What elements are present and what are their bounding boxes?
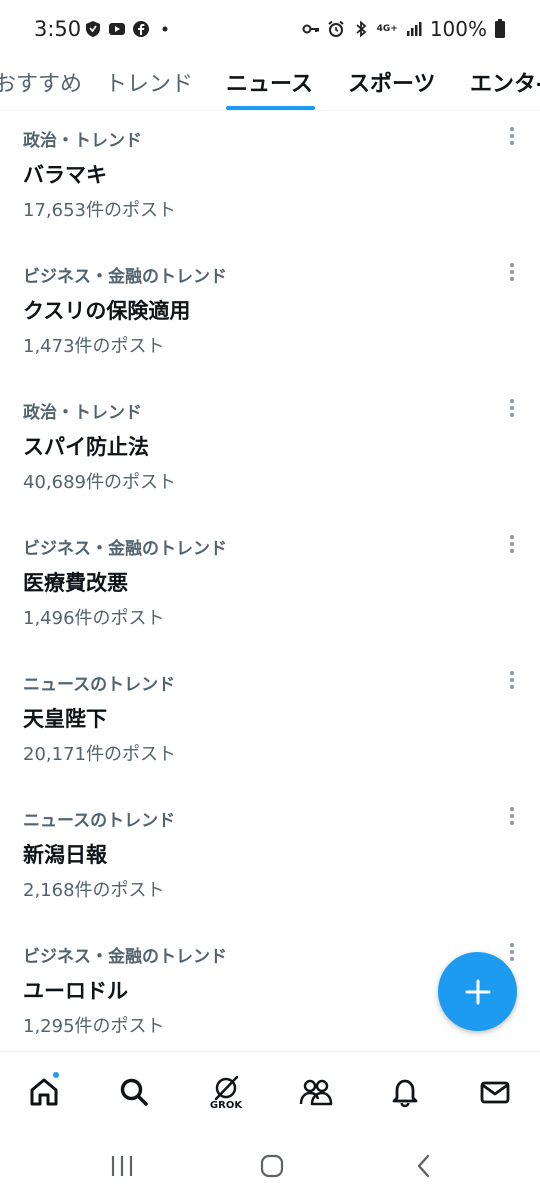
trend-item[interactable]: 政治・トレンド スパイ防止法 40,689件のポスト xyxy=(0,383,540,519)
active-tab-indicator xyxy=(226,106,315,110)
trend-category: 政治・トレンド xyxy=(23,403,142,423)
trend-title: 天皇陛下 xyxy=(23,707,107,731)
status-time: 3:50 xyxy=(34,17,82,41)
status-bar: 3:50 4G+ 100% xyxy=(0,0,540,60)
tab-entertainment[interactable]: エンタ- xyxy=(470,66,540,98)
nav-messages[interactable] xyxy=(473,1070,517,1114)
alarm-icon xyxy=(327,20,344,37)
trend-category: ビジネス・金融のトレンド xyxy=(23,267,227,287)
nav-grok[interactable]: GROK xyxy=(204,1070,248,1114)
grok-label: GROK xyxy=(209,1099,243,1111)
bell-icon xyxy=(392,1079,418,1108)
key-icon xyxy=(302,24,319,34)
nav-notifications[interactable] xyxy=(383,1070,427,1114)
signal-icon xyxy=(406,22,422,36)
trend-post-count: 1,496件のポスト xyxy=(23,608,165,629)
trend-title: 新潟日報 xyxy=(23,843,107,867)
battery-percentage: 100% xyxy=(429,17,487,41)
status-right: 4G+ 100% xyxy=(302,17,506,41)
tab-news[interactable]: ニュース xyxy=(226,66,313,98)
trend-title: スパイ防止法 xyxy=(23,435,149,459)
home-button[interactable] xyxy=(252,1151,292,1181)
trend-title: 医療費改悪 xyxy=(23,571,128,595)
home-icon xyxy=(30,1078,58,1106)
trend-category: ビジネス・金融のトレンド xyxy=(23,539,227,559)
dot-icon xyxy=(162,26,168,32)
bottom-navigation: GROK xyxy=(0,1051,540,1131)
trend-post-count: 1,295件のポスト xyxy=(23,1016,165,1037)
more-options-icon[interactable] xyxy=(504,669,520,693)
back-button[interactable] xyxy=(404,1151,444,1181)
more-options-icon[interactable] xyxy=(504,805,520,829)
trend-title: ユーロドル xyxy=(23,979,128,1003)
shield-icon xyxy=(86,21,100,37)
trend-title: クスリの保険適用 xyxy=(23,299,191,323)
trend-post-count: 20,171件のポスト xyxy=(23,744,176,765)
trend-category: ニュースのトレンド xyxy=(23,675,176,695)
more-options-icon[interactable] xyxy=(504,941,520,965)
trend-category: ニュースのトレンド xyxy=(23,811,176,831)
network-type: 4G+ xyxy=(376,23,398,34)
trend-post-count: 40,689件のポスト xyxy=(23,472,176,493)
more-options-icon[interactable] xyxy=(504,125,520,149)
trend-post-count: 2,168件のポスト xyxy=(23,880,165,901)
home-notification-dot xyxy=(51,1070,61,1080)
battery-icon xyxy=(495,19,505,38)
search-icon xyxy=(120,1078,148,1106)
more-options-icon[interactable] xyxy=(504,533,520,557)
bluetooth-icon xyxy=(356,20,366,38)
recent-apps-button[interactable] xyxy=(102,1151,142,1181)
back-chevron-icon xyxy=(417,1154,430,1178)
trend-item[interactable]: ビジネス・金融のトレンド 医療費改悪 1,496件のポスト xyxy=(0,519,540,655)
compose-post-button[interactable] xyxy=(438,952,517,1031)
trend-item[interactable]: ビジネス・金融のトレンド クスリの保険適用 1,473件のポスト xyxy=(0,247,540,383)
trend-item[interactable]: ニュースのトレンド 新潟日報 2,168件のポスト xyxy=(0,791,540,927)
trend-title: バラマキ xyxy=(23,163,107,187)
home-circle-icon xyxy=(260,1154,284,1178)
trend-post-count: 1,473件のポスト xyxy=(23,336,165,357)
more-options-icon[interactable] xyxy=(504,261,520,285)
people-icon xyxy=(299,1079,333,1106)
nav-search[interactable] xyxy=(112,1070,156,1114)
tab-trending[interactable]: トレンド xyxy=(105,66,193,98)
more-options-icon[interactable] xyxy=(504,397,520,421)
nav-communities[interactable] xyxy=(294,1070,338,1114)
system-navigation-bar xyxy=(0,1131,540,1199)
tab-bar: おすすめ トレンド ニュース スポーツ エンタ- xyxy=(0,60,540,111)
mail-icon xyxy=(480,1081,510,1104)
trend-category: 政治・トレンド xyxy=(23,131,142,151)
youtube-icon xyxy=(109,23,125,35)
tab-recommended[interactable]: おすすめ xyxy=(0,66,82,98)
facebook-icon xyxy=(133,21,149,37)
recent-apps-icon xyxy=(111,1156,133,1176)
trend-post-count: 17,653件のポスト xyxy=(23,200,176,221)
trend-item[interactable]: 政治・トレンド バラマキ 17,653件のポスト xyxy=(0,111,540,247)
tab-sports[interactable]: スポーツ xyxy=(348,66,436,98)
plus-icon xyxy=(465,979,490,1004)
status-notification-icons xyxy=(84,20,174,38)
trend-category: ビジネス・金融のトレンド xyxy=(23,947,227,967)
grok-icon xyxy=(214,1075,239,1100)
trend-item[interactable]: ニュースのトレンド 天皇陛下 20,171件のポスト xyxy=(0,655,540,791)
